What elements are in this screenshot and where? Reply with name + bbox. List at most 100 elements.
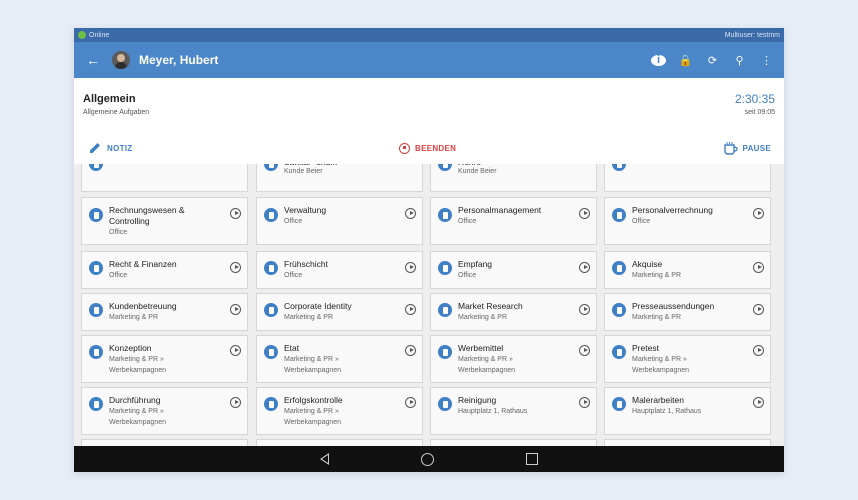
- task-card[interactable]: Verwaltung Office: [256, 197, 423, 245]
- play-icon[interactable]: [753, 345, 764, 356]
- play-icon[interactable]: [230, 208, 241, 219]
- task-card[interactable]: [604, 439, 771, 446]
- task-document-icon: [612, 164, 626, 171]
- nav-home-icon[interactable]: [421, 452, 434, 466]
- task-category: Office: [284, 272, 303, 279]
- online-label: Online: [89, 31, 110, 39]
- info-icon[interactable]: i: [651, 54, 666, 66]
- task-card[interactable]: Kunde Beier: [604, 164, 771, 192]
- play-icon[interactable]: [405, 304, 416, 315]
- task-document-icon: [438, 397, 452, 411]
- task-document-icon: [89, 303, 103, 317]
- play-icon[interactable]: [230, 304, 241, 315]
- task-title: Reinigung: [458, 395, 497, 405]
- task-category: Marketing & PR »: [458, 356, 513, 363]
- nav-back-icon[interactable]: [320, 453, 329, 465]
- task-title: Durchführung: [109, 395, 161, 405]
- task-category: Marketing & PR »: [284, 356, 339, 363]
- task-card[interactable]: Akquise Marketing & PR: [604, 251, 771, 289]
- play-icon[interactable]: [579, 304, 590, 315]
- task-card[interactable]: [430, 439, 597, 446]
- play-icon[interactable]: [405, 397, 416, 408]
- task-card[interactable]: Rechnungswesen & Controlling Office: [81, 197, 248, 245]
- pause-label: PAUSE: [742, 143, 771, 153]
- task-category: Kunde Beier: [458, 168, 497, 175]
- online-dot-icon: [78, 31, 86, 39]
- play-icon[interactable]: [405, 208, 416, 219]
- task-title: Akquise: [632, 259, 663, 269]
- task-document-icon: [264, 164, 278, 171]
- task-document-icon: [89, 208, 103, 222]
- play-icon[interactable]: [753, 208, 764, 219]
- task-title: Corporate Identity: [284, 301, 352, 311]
- play-icon[interactable]: [753, 304, 764, 315]
- task-card[interactable]: Konzeption Marketing & PR » Werbekampagnen: [81, 335, 248, 383]
- task-card[interactable]: Empfang Office: [430, 251, 597, 289]
- android-nav-bar: [74, 446, 784, 472]
- task-card[interactable]: Sanitär- und...Kunde Beier: [256, 164, 423, 192]
- task-card[interactable]: Presseaussendungen Marketing & PR: [604, 293, 771, 331]
- task-card[interactable]: Kunde Beier: [81, 164, 248, 192]
- multiuser-label: Multiuser: testmm: [724, 31, 780, 39]
- task-document-icon: [89, 164, 103, 171]
- task-card[interactable]: Corporate Identity Marketing & PR: [256, 293, 423, 331]
- task-card[interactable]: Recht & Finanzen Office: [81, 251, 248, 289]
- play-icon[interactable]: [579, 262, 590, 273]
- play-icon[interactable]: [230, 397, 241, 408]
- play-icon[interactable]: [753, 262, 764, 273]
- play-icon[interactable]: [753, 397, 764, 408]
- task-category: Hauptplatz 1, Rathaus: [632, 408, 702, 415]
- task-category: Office: [458, 218, 477, 225]
- task-document-icon: [612, 303, 626, 317]
- task-document-icon: [264, 345, 278, 359]
- play-icon[interactable]: [230, 345, 241, 356]
- task-document-icon: [612, 261, 626, 275]
- task-subcategory: Werbekampagnen: [284, 367, 342, 374]
- stop-button[interactable]: BEENDEN: [399, 142, 457, 154]
- play-icon[interactable]: [579, 345, 590, 356]
- task-card[interactable]: RohreKunde Beier: [430, 164, 597, 192]
- pause-button[interactable]: PAUSE: [723, 141, 771, 155]
- task-card[interactable]: Erfolgskontrolle Marketing & PR » Werbekam…: [256, 387, 423, 435]
- task-card[interactable]: Kundenbetreuung Marketing & PR: [81, 293, 248, 331]
- task-card[interactable]: [256, 439, 423, 446]
- task-category: Marketing & PR: [284, 314, 334, 321]
- task-title: Rechnungswesen & Controlling: [109, 205, 185, 226]
- play-icon[interactable]: [579, 397, 590, 408]
- task-card[interactable]: Reinigung Hauptplatz 1, Rathaus: [430, 387, 597, 435]
- task-title: Market Research: [458, 301, 523, 311]
- task-card[interactable]: Malerarbeiten Hauptplatz 1, Rathaus: [604, 387, 771, 435]
- note-button[interactable]: NOTIZ: [88, 141, 133, 155]
- back-arrow-icon[interactable]: ←: [86, 52, 112, 68]
- task-card[interactable]: Frühschicht Office: [256, 251, 423, 289]
- task-title: Etat: [284, 343, 300, 353]
- task-title: Werbemittel: [458, 343, 504, 353]
- more-menu-icon[interactable]: ⋮: [759, 54, 774, 67]
- task-card[interactable]: Werbemittel Marketing & PR » Werbekampagne…: [430, 335, 597, 383]
- task-card[interactable]: Etat Marketing & PR » Werbekampagnen: [256, 335, 423, 383]
- task-document-icon: [438, 303, 452, 317]
- task-card[interactable]: Durchführung Marketing & PR » Werbekampagn…: [81, 387, 248, 435]
- task-category: Office: [284, 218, 303, 225]
- task-document-icon: [264, 261, 278, 275]
- play-icon[interactable]: [230, 262, 241, 273]
- current-task-panel: Allgemein Allgemeine Aufgaben 2:30:35 se…: [74, 78, 784, 165]
- task-document-icon: [89, 345, 103, 359]
- play-icon[interactable]: [405, 345, 416, 356]
- task-document-icon: [438, 345, 452, 359]
- lock-icon[interactable]: 🔒: [678, 54, 693, 67]
- appbar-actions: i 🔒 ⟳ ⚲ ⋮: [651, 54, 774, 67]
- task-card[interactable]: Pretest Marketing & PR » Werbekampagnen: [604, 335, 771, 383]
- nav-recents-icon[interactable]: [526, 453, 538, 465]
- task-card[interactable]: Market Research Marketing & PR: [430, 293, 597, 331]
- search-icon[interactable]: ⚲: [732, 54, 747, 67]
- task-card[interactable]: Personalverrechnung Office: [604, 197, 771, 245]
- play-icon[interactable]: [579, 208, 590, 219]
- task-category: Office: [458, 272, 477, 279]
- sync-icon[interactable]: ⟳: [705, 54, 720, 67]
- stop-label: BEENDEN: [415, 143, 457, 153]
- task-card[interactable]: Personalmanagement Office: [430, 197, 597, 245]
- task-card[interactable]: [81, 439, 248, 446]
- play-icon[interactable]: [405, 262, 416, 273]
- task-document-icon: [89, 261, 103, 275]
